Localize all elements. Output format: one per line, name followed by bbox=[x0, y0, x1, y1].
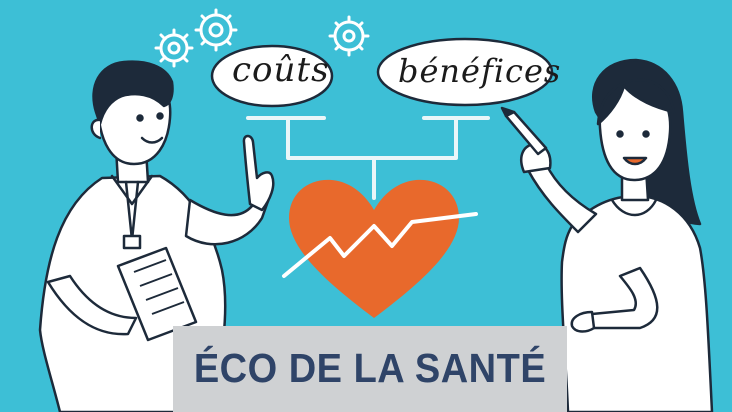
gear-icon bbox=[328, 15, 370, 57]
costs-label: coûts bbox=[232, 50, 330, 90]
gear-icon bbox=[194, 8, 238, 52]
heart-icon bbox=[282, 179, 478, 318]
title-banner: ÉCO DE LA SANTÉ bbox=[173, 326, 567, 412]
banner-title: ÉCO DE LA SANTÉ bbox=[193, 345, 547, 392]
gear-icon bbox=[154, 28, 194, 68]
pen-icon bbox=[500, 106, 548, 156]
benefits-label: bénéfices bbox=[398, 52, 562, 90]
illustration-stage: coûts bénéfices ÉCO DE LA SANTÉ bbox=[0, 0, 732, 412]
balance-scale bbox=[246, 116, 490, 200]
